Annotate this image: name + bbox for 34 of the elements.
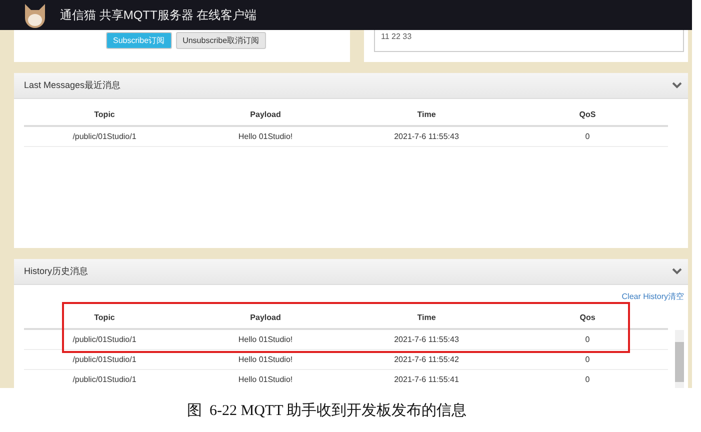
chevron-icon[interactable] xyxy=(672,82,682,89)
column-header: Time xyxy=(416,312,437,322)
scrollbar[interactable] xyxy=(675,330,684,388)
table-cell-text: /public/01Studio/1 xyxy=(72,132,138,141)
column-header: Payload xyxy=(249,110,282,118)
table-cell-text: 2021-7-6 11:55:41 xyxy=(393,375,460,384)
table-cell-text: 2021-7-6 11:55:42 xyxy=(393,355,460,364)
panel-title: Last Messages最近消息 xyxy=(24,79,121,92)
table-cell-text: 0 xyxy=(584,132,591,141)
column-header: Time xyxy=(416,110,437,118)
table-cell-text: 2021-7-6 11:55:43 xyxy=(393,335,460,344)
column-header: QoS xyxy=(578,110,597,118)
table-cell-text: Hello 01Studio! xyxy=(237,132,294,141)
table-cell-text: Hello 01Studio! xyxy=(237,335,294,344)
column-header: Payload xyxy=(249,312,282,322)
column-header: Topic xyxy=(93,312,116,322)
unsubscribe-button[interactable]: Unsubscribe取消订阅 xyxy=(176,32,266,49)
message-field[interactable]: 11 22 33 xyxy=(374,30,684,52)
panel-title: History历史消息 xyxy=(24,265,88,278)
table-cell-text: 0 xyxy=(584,355,591,364)
clear-history-link[interactable]: Clear History清空 xyxy=(622,291,684,302)
chevron-icon[interactable] xyxy=(672,268,682,275)
table-cell-text: Hello 01Studio! xyxy=(237,375,294,384)
table-cell-text: /public/01Studio/1 xyxy=(72,335,138,344)
table-cell-text: /public/01Studio/1 xyxy=(72,375,138,384)
table-cell-text: 0 xyxy=(584,375,591,384)
table-cell-text: 2021-7-6 11:55:43 xyxy=(393,132,460,141)
table-cell-text: 0 xyxy=(584,335,591,344)
figure-caption: 图 6-22 MQTT 助手收到开发板发布的信息 xyxy=(187,402,467,420)
app-title: 通信猫 共享MQTT服务器 在线客户端 xyxy=(60,6,257,24)
column-header: Qos xyxy=(578,312,596,322)
column-header: Topic xyxy=(93,110,116,118)
table-cell-text: /public/01Studio/1 xyxy=(72,355,138,364)
table-cell-text: Hello 01Studio! xyxy=(237,355,294,364)
